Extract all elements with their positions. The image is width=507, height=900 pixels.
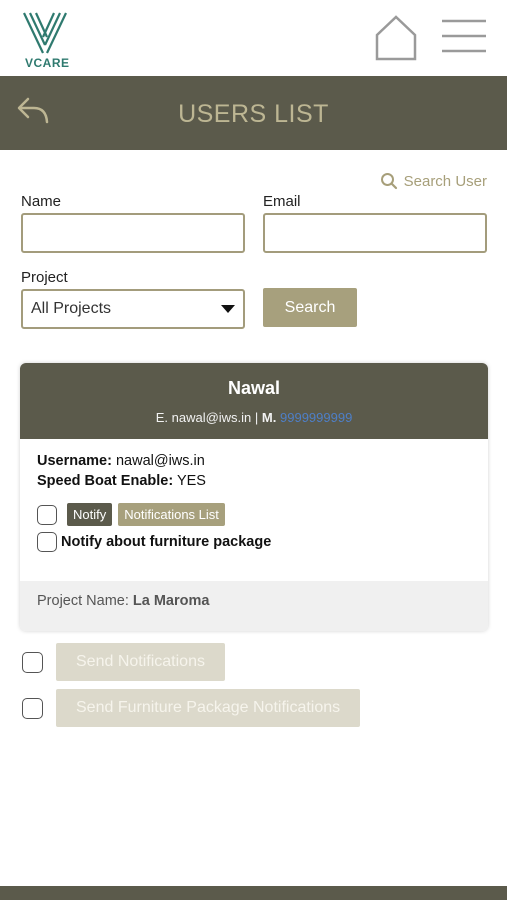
user-card: Nawal E. nawal@iws.in | M. 9999999999 Us… <box>20 363 488 631</box>
notify-row: Notify Notifications List <box>37 503 471 526</box>
search-user-label: Search User <box>403 172 487 190</box>
user-email: nawal@iws.in <box>171 410 252 425</box>
name-label: Name <box>21 193 62 210</box>
chevron-down-icon <box>221 305 235 313</box>
project-name-label: Project Name: <box>37 593 129 609</box>
title-bar: USERS LIST <box>0 76 507 150</box>
send-furniture-button[interactable]: Send Furniture Package Notifications <box>56 689 361 727</box>
send-notifications-row: Send Notifications <box>22 643 225 681</box>
username-value: nawal@iws.in <box>115 453 205 469</box>
send-furniture-row: Send Furniture Package Notifications <box>22 689 361 727</box>
app-header: VCARE <box>0 0 507 76</box>
furniture-row: Notify about furniture package <box>37 532 471 552</box>
notifications-list-button[interactable]: Notifications List <box>118 503 225 526</box>
vcare-logo[interactable]: VCARE <box>22 12 76 70</box>
speedboat-value: YES <box>176 473 206 489</box>
user-mobile-link[interactable]: 9999999999 <box>280 410 352 425</box>
username-label: Username: <box>37 453 112 469</box>
user-card-footer: Project Name: La Maroma <box>20 581 488 631</box>
home-icon[interactable] <box>374 14 418 62</box>
notify-button[interactable]: Notify <box>67 503 113 526</box>
page-title: USERS LIST <box>178 100 329 128</box>
speedboat-row: Speed Boat Enable: YES <box>37 471 471 491</box>
search-icon <box>380 173 397 190</box>
search-user-link[interactable]: Search User <box>380 172 487 190</box>
user-card-body: Username: nawal@iws.in Speed Boat Enable… <box>20 439 488 552</box>
user-card-header: Nawal E. nawal@iws.in | M. 9999999999 <box>20 363 488 439</box>
send-notifications-button[interactable]: Send Notifications <box>56 643 225 681</box>
furniture-label: Notify about furniture package <box>61 534 272 550</box>
email-label: Email <box>263 193 301 210</box>
project-select-value: All Projects <box>31 300 112 317</box>
email-prefix: E. <box>155 410 168 425</box>
user-contact: E. nawal@iws.in | M. 9999999999 <box>20 410 488 425</box>
user-name: Nawal <box>227 378 281 398</box>
furniture-checkbox[interactable] <box>37 532 57 552</box>
mobile-prefix: M. <box>261 410 277 425</box>
footer-bar <box>0 886 507 900</box>
logo-text: VCARE <box>25 56 70 70</box>
project-label: Project <box>21 269 68 286</box>
name-input[interactable] <box>21 213 245 253</box>
notify-checkbox[interactable] <box>37 504 57 525</box>
email-input[interactable] <box>263 213 487 253</box>
search-button[interactable]: Search <box>263 288 357 327</box>
send-furniture-checkbox[interactable] <box>22 697 43 719</box>
project-name-value: La Maroma <box>132 593 210 609</box>
hamburger-menu-icon[interactable] <box>440 18 488 56</box>
send-notifications-checkbox[interactable] <box>22 651 43 673</box>
username-row: Username: nawal@iws.in <box>37 451 471 471</box>
contact-separator: | <box>254 410 259 425</box>
speedboat-label: Speed Boat Enable: <box>37 473 174 489</box>
project-select[interactable]: All Projects <box>21 289 245 329</box>
